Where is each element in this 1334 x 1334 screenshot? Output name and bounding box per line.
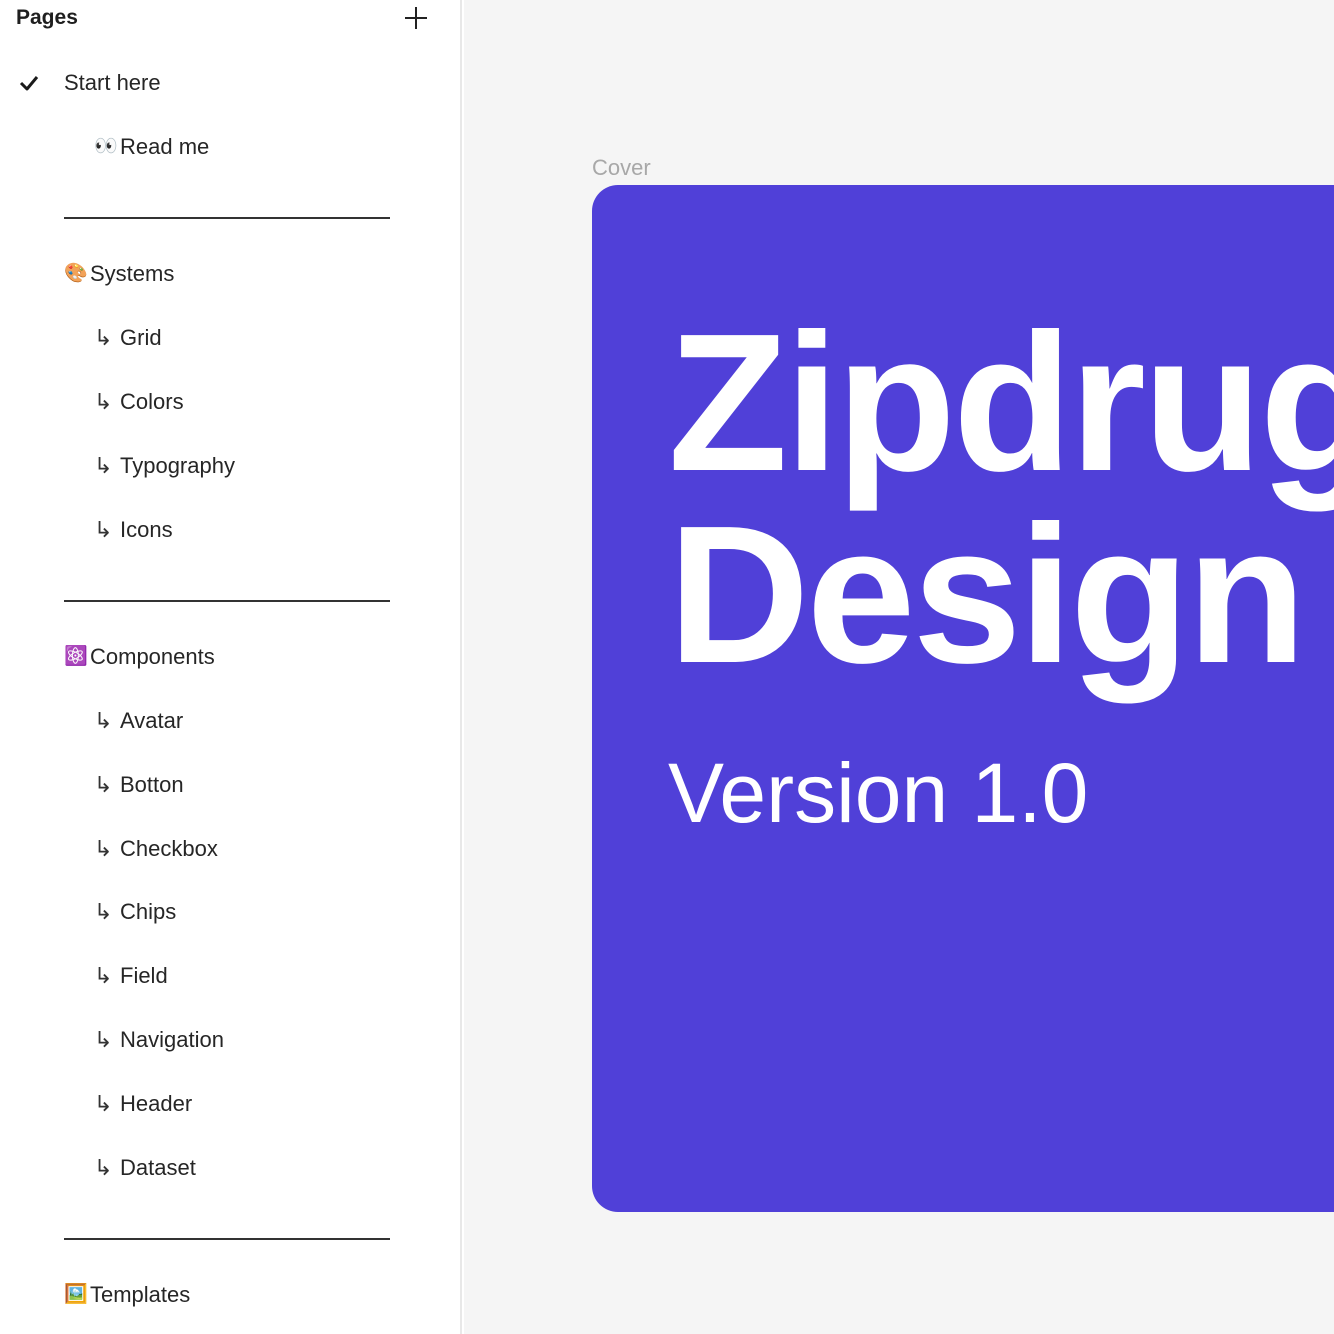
sub-arrow-icon: ↳ xyxy=(94,1027,113,1052)
page-item-chips[interactable]: ↳ Chips xyxy=(94,892,176,932)
sub-arrow-icon: ↳ xyxy=(94,517,113,542)
picture-icon: 🖼️ xyxy=(64,1284,88,1305)
cover-version: Version 1.0 xyxy=(668,746,1089,840)
add-page-button[interactable] xyxy=(402,4,430,32)
page-item-label: Components xyxy=(90,644,215,669)
page-item-navigation[interactable]: ↳ Navigation xyxy=(94,1020,224,1060)
sub-arrow-icon: ↳ xyxy=(94,708,113,733)
plus-icon xyxy=(405,7,427,29)
page-item-label: Dataset xyxy=(120,1155,196,1180)
page-item-typography[interactable]: ↳ Typography xyxy=(94,446,235,486)
palette-icon: 🎨 xyxy=(64,263,88,284)
page-item-read-me[interactable]: 👀 Read me xyxy=(94,127,209,167)
figma-app: Pages Start here 👀 Read me 🎨 Systems ↳ Grid xyxy=(0,0,1334,1334)
page-item-label: Grid xyxy=(120,325,162,350)
page-item-label: Checkbox xyxy=(120,836,218,861)
cover-frame[interactable]: Zipdrug Design S Version 1.0 xyxy=(592,185,1334,1212)
page-item-colors[interactable]: ↳ Colors xyxy=(94,382,184,422)
page-item-start-here[interactable]: Start here xyxy=(64,63,161,103)
sub-arrow-icon: ↳ xyxy=(94,836,113,861)
page-item-label: Avatar xyxy=(120,708,184,733)
page-item-field[interactable]: ↳ Field xyxy=(94,956,168,996)
page-item-header[interactable]: ↳ Header xyxy=(94,1084,192,1124)
sub-arrow-icon: ↳ xyxy=(94,899,113,924)
cover-title: Zipdrug Design S xyxy=(668,293,1334,704)
divider xyxy=(64,1238,390,1240)
canvas[interactable]: Cover Zipdrug Design S Version 1.0 xyxy=(464,0,1334,1334)
page-item-label: Icons xyxy=(120,517,173,542)
sub-arrow-icon: ↳ xyxy=(94,325,113,350)
page-item-systems[interactable]: 🎨 Systems xyxy=(64,254,174,294)
sub-arrow-icon: ↳ xyxy=(94,389,113,414)
page-item-label: Field xyxy=(120,963,168,988)
page-item-grid[interactable]: ↳ Grid xyxy=(94,318,162,358)
page-item-label: Systems xyxy=(90,261,175,286)
page-item-label: Chips xyxy=(120,899,177,924)
page-item-icons[interactable]: ↳ Icons xyxy=(94,510,173,550)
pages-panel: Pages Start here 👀 Read me 🎨 Systems ↳ Grid xyxy=(0,0,462,1334)
page-item-label: Templates xyxy=(90,1282,191,1307)
atom-icon: ⚛️ xyxy=(64,646,88,667)
sub-arrow-icon: ↳ xyxy=(94,1091,113,1116)
page-item-components[interactable]: ⚛️ Components xyxy=(64,637,215,677)
page-item-label: Typography xyxy=(120,453,235,478)
page-item-label: Botton xyxy=(120,772,184,797)
page-item-botton[interactable]: ↳ Botton xyxy=(94,765,184,805)
page-item-label: Start here xyxy=(64,70,161,95)
frame-label[interactable]: Cover xyxy=(592,155,651,181)
pages-header: Pages xyxy=(16,4,436,34)
eyes-icon: 👀 xyxy=(94,136,118,157)
sub-arrow-icon: ↳ xyxy=(94,453,113,478)
sub-arrow-icon: ↳ xyxy=(94,772,113,797)
cover-title-line-2: Design S xyxy=(668,485,1334,704)
page-item-label: Colors xyxy=(120,389,184,414)
page-item-dataset[interactable]: ↳ Dataset xyxy=(94,1148,196,1188)
page-item-label: Navigation xyxy=(120,1027,224,1052)
page-item-avatar[interactable]: ↳ Avatar xyxy=(94,701,183,741)
check-icon xyxy=(19,76,39,91)
divider xyxy=(64,217,390,219)
page-item-checkbox[interactable]: ↳ Checkbox xyxy=(94,829,218,869)
cover-title-line-1: Zipdrug xyxy=(668,293,1334,512)
page-item-label: Header xyxy=(120,1091,193,1116)
sub-arrow-icon: ↳ xyxy=(94,963,113,988)
pages-title: Pages xyxy=(16,6,78,29)
page-item-templates[interactable]: 🖼️ Templates xyxy=(64,1275,190,1315)
page-item-label: Read me xyxy=(120,134,210,159)
sub-arrow-icon: ↳ xyxy=(94,1155,113,1180)
divider xyxy=(64,600,390,602)
